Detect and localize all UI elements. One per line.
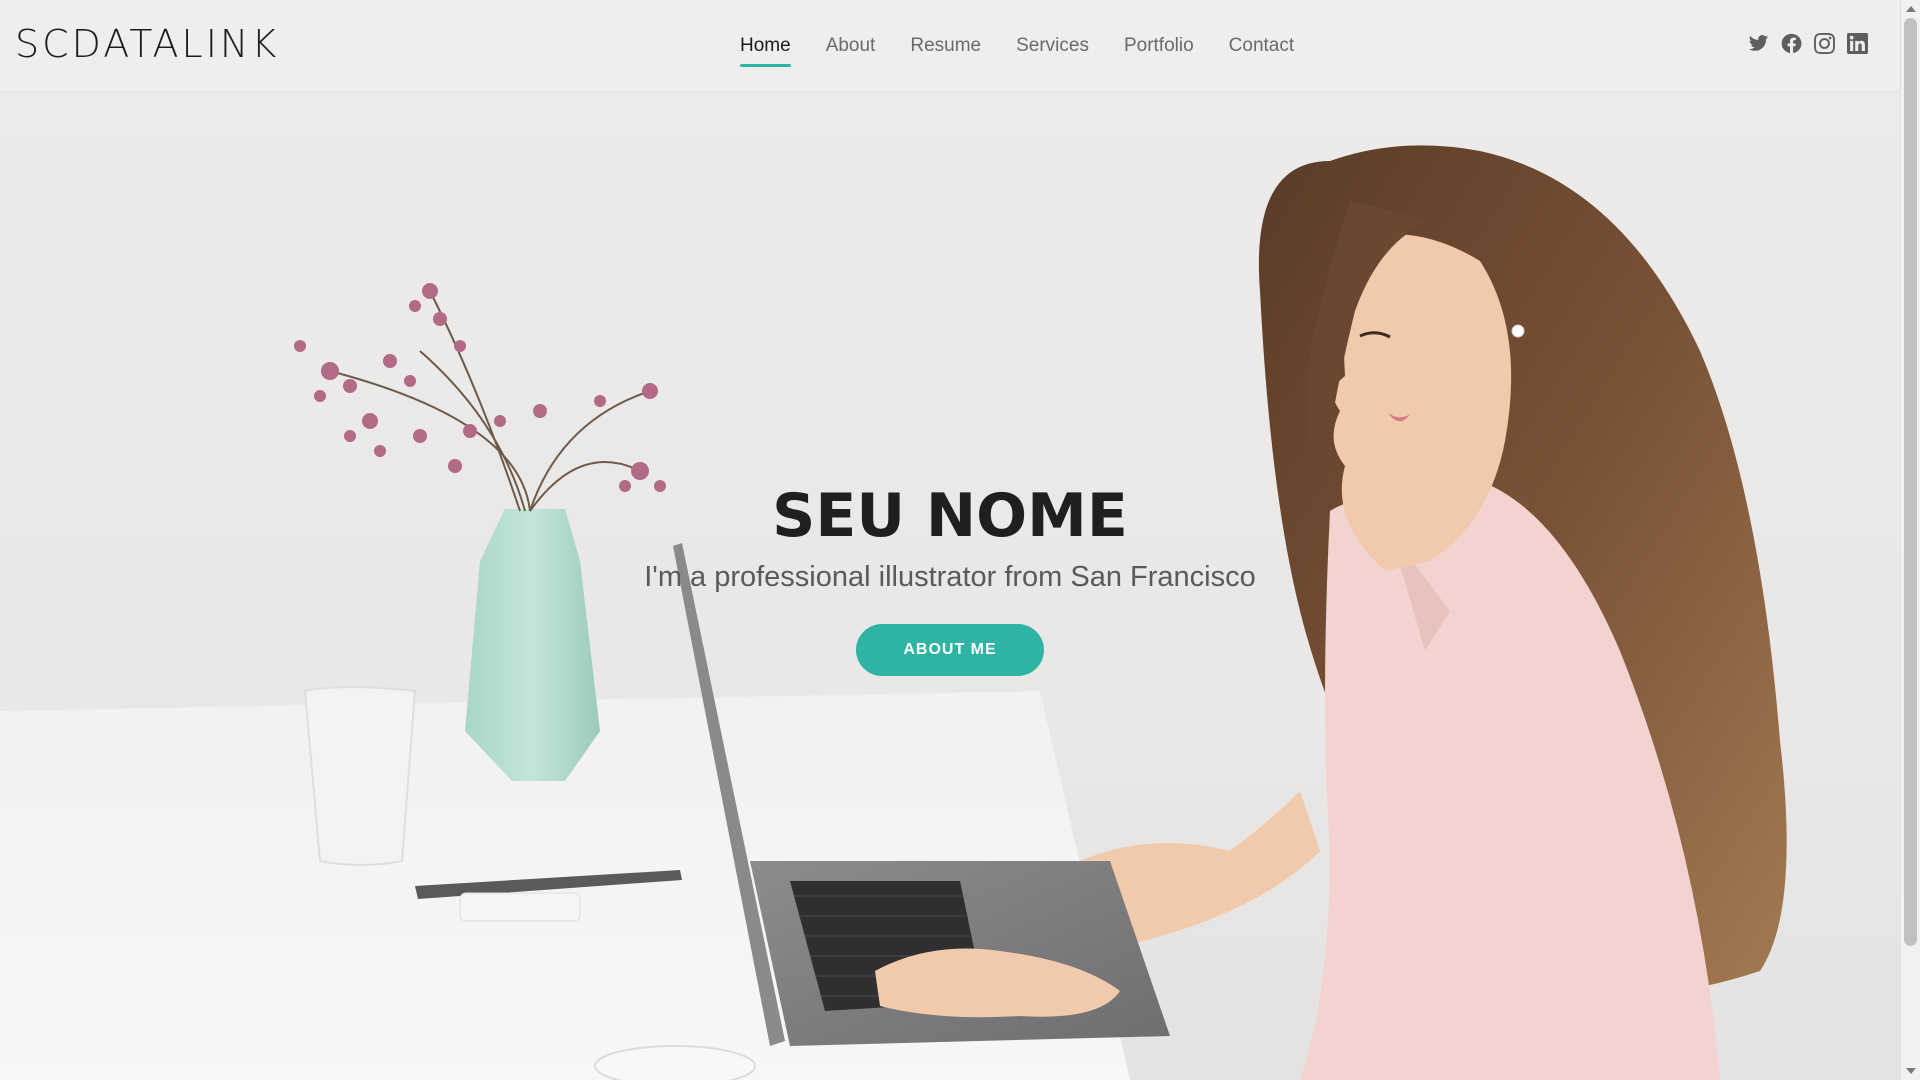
nav-contact[interactable]: Contact bbox=[1229, 29, 1294, 63]
twitter-icon[interactable] bbox=[1748, 33, 1769, 54]
linkedin-icon[interactable] bbox=[1847, 33, 1868, 54]
instagram-icon[interactable] bbox=[1814, 33, 1835, 54]
nav-resume[interactable]: Resume bbox=[910, 29, 981, 63]
social-links bbox=[1748, 33, 1868, 54]
page-scrollbar[interactable] bbox=[1900, 0, 1920, 1080]
hero-title: SEU NOME bbox=[772, 481, 1128, 551]
hero-content: SEU NOME I'm a professional illustrator … bbox=[0, 481, 1900, 676]
main-nav: Home About Resume Services Portfolio Con… bbox=[740, 0, 1329, 91]
site-header: SCDATALINK Home About Resume Services Po… bbox=[0, 0, 1900, 91]
scroll-thumb[interactable] bbox=[1904, 18, 1917, 946]
about-me-button[interactable]: ABOUT ME bbox=[856, 624, 1044, 676]
nav-home[interactable]: Home bbox=[740, 29, 791, 67]
nav-services[interactable]: Services bbox=[1016, 29, 1089, 63]
nav-portfolio[interactable]: Portfolio bbox=[1124, 29, 1194, 63]
facebook-icon[interactable] bbox=[1781, 33, 1802, 54]
scroll-down-arrow-icon[interactable] bbox=[1906, 1068, 1916, 1074]
hero-section: SEU NOME I'm a professional illustrator … bbox=[0, 91, 1900, 1080]
scroll-up-arrow-icon[interactable] bbox=[1906, 6, 1916, 12]
nav-about[interactable]: About bbox=[826, 29, 876, 63]
site-logo[interactable]: SCDATALINK bbox=[15, 22, 279, 66]
hero-subtitle: I'm a professional illustrator from San … bbox=[644, 561, 1256, 593]
